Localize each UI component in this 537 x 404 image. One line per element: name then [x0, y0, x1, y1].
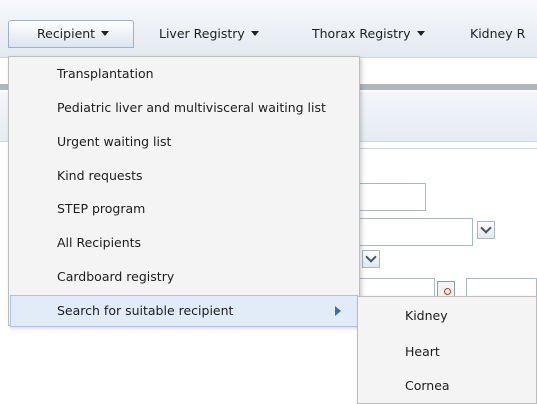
submenu-item-kidney[interactable]: Kidney	[358, 298, 536, 334]
menu-liver-registry[interactable]: Liver Registry	[153, 22, 265, 46]
submenu-item-label: Cornea	[405, 378, 450, 393]
caret-down-icon	[250, 31, 259, 36]
section-divider	[360, 148, 537, 149]
submenu-item-heart[interactable]: Heart	[358, 334, 536, 370]
menu-item-label: Transplantation	[57, 66, 154, 81]
chevron-down-icon	[480, 222, 492, 234]
menu-item-label: Urgent waiting list	[57, 134, 172, 149]
menu-item-cardboard-registry[interactable]: Cardboard registry	[10, 261, 358, 293]
menu-item-label: Kind requests	[57, 168, 143, 183]
select-field[interactable]	[358, 218, 473, 246]
dropdown-button[interactable]	[477, 221, 495, 239]
recipient-dropdown-menu: Transplantation Pediatric liver and mult…	[8, 56, 360, 327]
text-field[interactable]	[358, 183, 426, 211]
chevron-down-icon	[365, 251, 377, 263]
menu-recipient-label: Recipient	[37, 26, 96, 41]
menu-item-pediatric-waiting-list[interactable]: Pediatric liver and multivisceral waitin…	[10, 92, 358, 124]
menu-thorax-registry[interactable]: Thorax Registry	[306, 22, 431, 46]
menu-item-label: Pediatric liver and multivisceral waitin…	[57, 100, 326, 115]
menu-liver-registry-label: Liver Registry	[159, 26, 245, 41]
menu-item-urgent-waiting-list[interactable]: Urgent waiting list	[10, 126, 358, 158]
menu-recipient[interactable]: Recipient	[8, 20, 134, 48]
menu-kidney-registry[interactable]: Kidney R	[464, 22, 531, 46]
dropdown-button[interactable]	[362, 250, 380, 268]
menu-item-label: All Recipients	[57, 235, 142, 250]
caret-down-icon	[416, 31, 425, 36]
menu-item-search-suitable-recipient[interactable]: Search for suitable recipient	[10, 295, 358, 327]
menu-item-label: Search for suitable recipient	[57, 303, 234, 318]
submenu-item-label: Kidney	[405, 308, 448, 323]
menu-item-label: Cardboard registry	[57, 269, 175, 284]
top-menubar: Recipient Liver Registry Thorax Registry…	[0, 0, 537, 58]
menu-thorax-registry-label: Thorax Registry	[312, 26, 411, 41]
caret-down-icon	[101, 31, 110, 36]
menu-item-label: STEP program	[57, 201, 146, 216]
menu-item-transplantation[interactable]: Transplantation	[10, 58, 358, 90]
menu-item-step-program[interactable]: STEP program	[10, 193, 358, 225]
submenu-item-cornea[interactable]: Cornea	[358, 368, 536, 404]
search-recipient-submenu: Kidney Heart Cornea	[357, 296, 537, 404]
menu-item-all-recipients[interactable]: All Recipients	[10, 227, 358, 259]
chevron-right-icon	[335, 306, 341, 316]
submenu-item-label: Heart	[405, 344, 440, 359]
menu-kidney-registry-label: Kidney R	[470, 26, 526, 41]
menu-item-kind-requests[interactable]: Kind requests	[10, 160, 358, 192]
